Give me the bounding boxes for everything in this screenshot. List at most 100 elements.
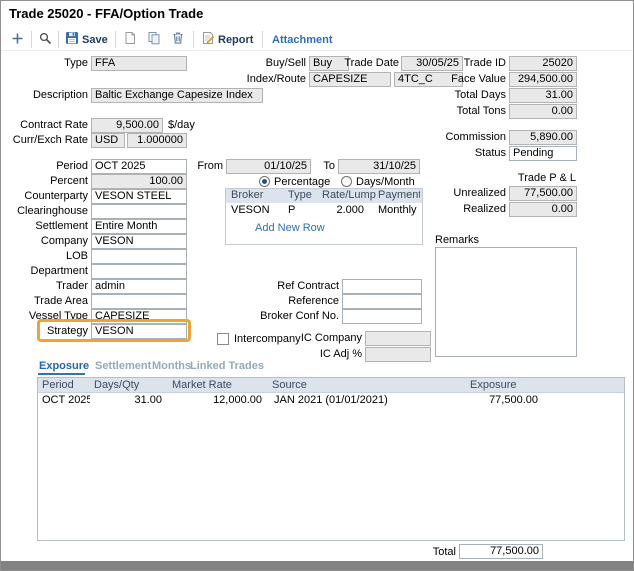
period-field[interactable]: OCT 2025 — [91, 159, 187, 174]
source-column-header[interactable]: Source — [268, 378, 466, 392]
total-tons-field: 0.00 — [509, 104, 577, 119]
lob-field[interactable] — [91, 249, 187, 264]
report-icon — [201, 36, 215, 48]
attachment-button[interactable]: Attachment — [272, 34, 333, 46]
clearinghouse-field[interactable] — [91, 204, 187, 219]
face-value-label: Face Value — [421, 73, 506, 86]
type-label: Type — [3, 57, 88, 70]
exposure-row[interactable]: OCT 2025 31.00 12,000.00 JAN 2021 (01/01… — [38, 394, 624, 408]
type-column-header[interactable]: Type — [286, 189, 320, 203]
search-button[interactable] — [39, 32, 55, 48]
department-field[interactable] — [91, 264, 187, 279]
counterparty-label: Counterparty — [3, 190, 88, 203]
settlement-field[interactable]: Entire Month — [91, 219, 187, 234]
total-days-label: Total Days — [421, 89, 506, 102]
empty-column-header — [544, 378, 624, 392]
days-qty-column-header[interactable]: Days/Qty — [90, 378, 168, 392]
percent-field: 100.00 — [91, 174, 187, 189]
period-column-header[interactable]: Period — [38, 378, 90, 392]
reference-label: Reference — [251, 295, 339, 308]
market-rate-column-header[interactable]: Market Rate — [168, 378, 268, 392]
broker-conf-no-field[interactable] — [342, 309, 422, 324]
exposure-table-header: Period Days/Qty Market Rate Source Expos… — [38, 378, 624, 393]
report-button[interactable] — [201, 31, 217, 47]
strategy-field[interactable]: VESON — [91, 324, 187, 339]
add-new-row-link[interactable]: Add New Row — [255, 222, 422, 234]
exposure-table: Period Days/Qty Market Rate Source Expos… — [37, 377, 625, 541]
ic-adj-label: IC Adj % — [277, 348, 362, 361]
ic-company-label: IC Company — [277, 332, 362, 345]
exposure-market-rate-cell[interactable]: 12,000.00 — [168, 394, 268, 408]
company-label: Company — [3, 235, 88, 248]
save-button[interactable] — [65, 31, 81, 47]
save-icon — [65, 36, 79, 48]
reference-field[interactable] — [342, 294, 422, 309]
new-document-button[interactable] — [123, 31, 139, 47]
tab-exposure[interactable]: Exposure — [39, 360, 89, 372]
ic-adj-field — [365, 347, 431, 362]
trader-field[interactable]: admin — [91, 279, 187, 294]
percentage-radio[interactable] — [259, 176, 270, 187]
tab-linked-trades[interactable]: Linked Trades — [190, 360, 264, 372]
period-label: Period — [3, 160, 88, 173]
toolbar-separator — [115, 31, 116, 48]
vessel-type-field[interactable]: CAPESIZE — [91, 309, 187, 324]
exch-rate-field: 1.000000 — [127, 133, 187, 148]
toolbar-separator — [58, 31, 59, 48]
broker-column-header[interactable]: Broker — [226, 189, 286, 203]
new-document-icon — [123, 36, 137, 48]
remarks-textarea[interactable] — [435, 247, 577, 357]
commission-label: Commission — [421, 131, 506, 144]
broker-row[interactable]: VESON P 2.000 Monthly — [226, 204, 422, 218]
ref-contract-field[interactable] — [342, 279, 422, 294]
payment-column-header[interactable]: Payment — [376, 189, 420, 203]
broker-conf-no-label: Broker Conf No. — [251, 310, 339, 323]
remarks-label: Remarks — [435, 234, 479, 247]
to-label: To — [319, 160, 335, 173]
active-tab-underline — [38, 373, 85, 375]
counterparty-field[interactable]: VESON STEEL — [91, 189, 187, 204]
trade-window: Trade 25020 - FFA/Option Trade Save — [0, 0, 634, 571]
index-route-label: Index/Route — [246, 73, 306, 86]
trade-area-field[interactable] — [91, 294, 187, 309]
buy-sell-label: Buy/Sell — [246, 57, 306, 70]
total-tons-label: Total Tons — [421, 105, 506, 118]
broker-cell[interactable]: VESON — [226, 204, 286, 218]
exposure-days-qty-cell[interactable]: 31.00 — [90, 394, 168, 408]
ic-company-field — [365, 331, 431, 346]
realized-label: Realized — [421, 203, 506, 216]
new-trade-button[interactable] — [11, 32, 27, 48]
days-month-radio[interactable] — [341, 176, 352, 187]
unrealized-label: Unrealized — [421, 187, 506, 200]
delete-button[interactable] — [171, 31, 187, 47]
save-button-label[interactable]: Save — [82, 34, 108, 46]
tab-months[interactable]: Months — [152, 360, 191, 372]
status-field: Pending — [509, 146, 577, 161]
rate-lump-column-header[interactable]: Rate/Lump — [320, 189, 376, 203]
clearinghouse-label: Clearinghouse — [3, 205, 88, 218]
department-label: Department — [3, 265, 88, 278]
total-field: 77,500.00 — [459, 544, 543, 559]
tab-settlement[interactable]: Settlement — [95, 360, 151, 372]
exposure-exposure-cell[interactable]: 77,500.00 — [466, 394, 544, 408]
trade-id-label: Trade ID — [421, 57, 506, 70]
description-field: Baltic Exchange Capesize Index — [91, 88, 263, 103]
vessel-type-label: Vessel Type — [3, 310, 88, 323]
face-value-field: 294,500.00 — [509, 72, 577, 87]
status-label: Status — [421, 147, 506, 160]
broker-payment-cell[interactable]: Monthly — [376, 204, 420, 218]
trade-pl-section-label: Trade P & L — [476, 172, 576, 185]
intercompany-checkbox[interactable] — [217, 333, 229, 345]
exposure-period-cell[interactable]: OCT 2025 — [38, 394, 90, 408]
exposure-source-cell[interactable]: JAN 2021 (01/01/2021) — [268, 394, 466, 408]
broker-type-cell[interactable]: P — [286, 204, 320, 218]
broker-rate-cell[interactable]: 2.000 — [320, 204, 376, 218]
window-bottom-bar — [1, 561, 633, 570]
copy-button[interactable] — [147, 31, 163, 47]
exposure-column-header[interactable]: Exposure — [466, 378, 544, 392]
company-field[interactable]: VESON — [91, 234, 187, 249]
contract-rate-label: Contract Rate — [3, 119, 88, 132]
lob-label: LOB — [3, 250, 88, 263]
report-button-label[interactable]: Report — [218, 34, 253, 46]
to-field: 31/10/25 — [338, 159, 420, 174]
